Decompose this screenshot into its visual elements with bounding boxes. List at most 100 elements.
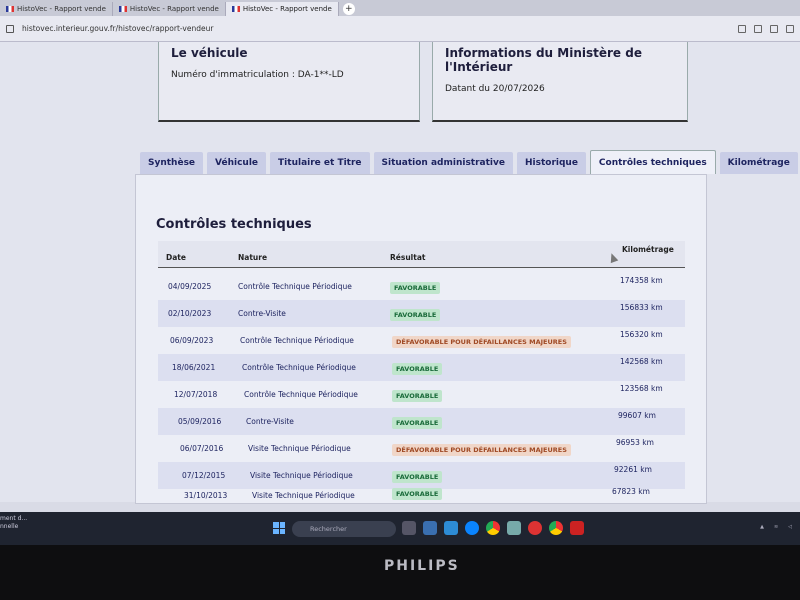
row-kilometrage: 156833 km xyxy=(620,303,663,312)
screenshot-icon[interactable] xyxy=(754,24,762,33)
result-badge: DÉFAVORABLE POUR DÉFAILLANCES MAJEURES xyxy=(392,444,571,456)
row-nature: Visite Technique Périodique xyxy=(250,471,353,480)
row-kilometrage: 123568 km xyxy=(620,384,663,393)
address-bar-actions xyxy=(738,24,794,33)
tab-situation-administrative[interactable]: Situation administrative xyxy=(373,152,513,174)
browser-tab-label: HistoVec - Rapport vende xyxy=(129,5,219,13)
row-date: 06/09/2023 xyxy=(170,336,214,345)
opera-icon[interactable] xyxy=(528,521,542,535)
table-row: 06/07/2016 Visite Technique Périodique D… xyxy=(158,435,685,462)
chrome-profile-icon[interactable] xyxy=(549,521,563,535)
browser-tab-3[interactable]: HistoVec - Rapport vende xyxy=(225,2,339,16)
row-nature: Contrôle Technique Périodique xyxy=(238,282,352,291)
lock-icon xyxy=(6,24,14,33)
site-favicon-icon xyxy=(6,6,14,12)
taskbar-apps xyxy=(402,521,584,535)
browser-tab-label: HistoVec - Rapport vende xyxy=(242,5,332,13)
controles-panel: Contrôles techniques Date Nature Résulta… xyxy=(135,174,707,504)
windows-start-icon[interactable] xyxy=(273,522,285,534)
result-badge: FAVORABLE xyxy=(392,417,443,429)
task-view-icon[interactable] xyxy=(402,521,416,535)
wifi-icon[interactable]: ≋ xyxy=(774,524,778,530)
table-row: 05/09/2016 Contre-Visite FAVORABLE 99607… xyxy=(158,408,685,435)
table-row: 12/07/2018 Contrôle Technique Périodique… xyxy=(158,381,685,408)
tab-titulaire[interactable]: Titulaire et Titre xyxy=(270,152,370,174)
table-row: 18/06/2021 Contrôle Technique Périodique… xyxy=(158,354,685,381)
row-nature: Contrôle Technique Périodique xyxy=(242,363,356,372)
monitor-bezel: PHILIPS xyxy=(0,545,800,600)
row-kilometrage: 142568 km xyxy=(620,357,663,366)
edit-icon[interactable] xyxy=(738,24,746,33)
header-resultat: Résultat xyxy=(390,253,426,262)
notification-text-2: nnelle xyxy=(0,523,19,530)
explorer-icon[interactable] xyxy=(423,521,437,535)
row-kilometrage: 99607 km xyxy=(618,411,656,420)
browser-tab-strip: HistoVec - Rapport vende HistoVec - Rapp… xyxy=(0,0,800,16)
browser-tab-2[interactable]: HistoVec - Rapport vende xyxy=(113,2,226,16)
taskbar-search-placeholder: Rechercher xyxy=(310,525,347,533)
site-favicon-icon xyxy=(118,6,127,12)
table-row: 02/10/2023 Contre-Visite FAVORABLE 15683… xyxy=(158,300,685,327)
row-nature: Visite Technique Périodique xyxy=(248,444,351,453)
table-row: 07/12/2015 Visite Technique Périodique F… xyxy=(158,462,685,489)
share-icon[interactable] xyxy=(770,24,778,33)
row-kilometrage: 174358 km xyxy=(620,276,663,285)
notification-text: ment d... xyxy=(0,515,28,522)
new-tab-button[interactable]: + xyxy=(342,3,355,15)
row-date: 05/09/2016 xyxy=(178,417,222,426)
store-icon[interactable] xyxy=(444,521,458,535)
row-kilometrage: 96953 km xyxy=(616,438,654,447)
report-tabs: Synthèse Véhicule Titulaire et Titre Sit… xyxy=(140,150,798,174)
row-nature: Contrôle Technique Périodique xyxy=(240,336,354,345)
table-row: 04/09/2025 Contrôle Technique Périodique… xyxy=(158,273,685,300)
ministry-card: Informations du Ministère de l'Intérieur… xyxy=(432,42,688,122)
screen: HistoVec - Rapport vende HistoVec - Rapp… xyxy=(0,0,800,545)
site-favicon-icon xyxy=(231,6,240,12)
tab-vehicule[interactable]: Véhicule xyxy=(207,152,267,174)
volume-icon[interactable]: ◁ xyxy=(788,524,792,530)
tray-icon[interactable]: ▲ xyxy=(760,524,764,530)
browser-tab-label: HistoVec - Rapport vende xyxy=(17,5,106,13)
row-date: 31/10/2013 xyxy=(184,491,228,500)
header-date: Date xyxy=(166,253,186,262)
monitor-brand-logo: PHILIPS xyxy=(384,558,460,574)
row-date: 02/10/2023 xyxy=(168,309,212,318)
header-nature: Nature xyxy=(238,253,268,262)
skype-icon[interactable] xyxy=(465,521,479,535)
result-badge: FAVORABLE xyxy=(392,488,443,500)
row-date: 04/09/2025 xyxy=(168,282,212,291)
windows-taskbar: ment d... nnelle Rechercher ▲ ≋ ◁ xyxy=(0,512,800,545)
ministry-card-title: Informations du Ministère de l'Intérieur xyxy=(445,46,642,74)
page-content: Le véhicule Numéro d'immatriculation : D… xyxy=(0,42,800,504)
tab-historique[interactable]: Historique xyxy=(516,152,586,174)
address-bar[interactable]: histovec.interieur.gouv.fr/histovec/rapp… xyxy=(0,16,800,42)
tab-synthese[interactable]: Synthèse xyxy=(140,152,204,174)
vehicle-card: Le véhicule Numéro d'immatriculation : D… xyxy=(158,42,420,122)
section-title: Contrôles techniques xyxy=(156,217,312,232)
row-kilometrage: 156320 km xyxy=(620,330,663,339)
browser-tab-1[interactable]: HistoVec - Rapport vende xyxy=(0,2,113,16)
row-date: 18/06/2021 xyxy=(172,363,216,372)
tab-kilometrage[interactable]: Kilométrage xyxy=(719,152,798,174)
notification-preview[interactable]: ment d... nnelle xyxy=(0,515,27,531)
taskbar-search[interactable]: Rechercher xyxy=(292,521,396,537)
system-tray: ▲ ≋ ◁ xyxy=(760,524,792,530)
registration-number: Numéro d'immatriculation : DA-1**-LD xyxy=(171,70,344,80)
app-icon[interactable] xyxy=(507,521,521,535)
table-row: 06/09/2023 Contrôle Technique Périodique… xyxy=(158,327,685,354)
menu-icon[interactable] xyxy=(786,24,794,33)
row-nature: Contre-Visite xyxy=(246,417,294,426)
acrobat-icon[interactable] xyxy=(570,521,584,535)
result-badge: FAVORABLE xyxy=(390,282,441,294)
tab-controles-techniques[interactable]: Contrôles techniques xyxy=(589,150,716,174)
chrome-icon[interactable] xyxy=(486,521,500,535)
result-badge: FAVORABLE xyxy=(390,309,441,321)
row-date: 12/07/2018 xyxy=(174,390,218,399)
result-badge: DÉFAVORABLE POUR DÉFAILLANCES MAJEURES xyxy=(392,336,571,348)
table-header: Date Nature Résultat Kilométrage xyxy=(158,241,685,268)
row-nature: Visite Technique Périodique xyxy=(252,491,355,500)
row-date: 06/07/2016 xyxy=(180,444,224,453)
url-text[interactable]: histovec.interieur.gouv.fr/histovec/rapp… xyxy=(22,24,213,33)
table-row: 31/10/2013 Visite Technique Périodique F… xyxy=(158,487,685,505)
header-kilometrage: Kilométrage xyxy=(622,245,674,254)
